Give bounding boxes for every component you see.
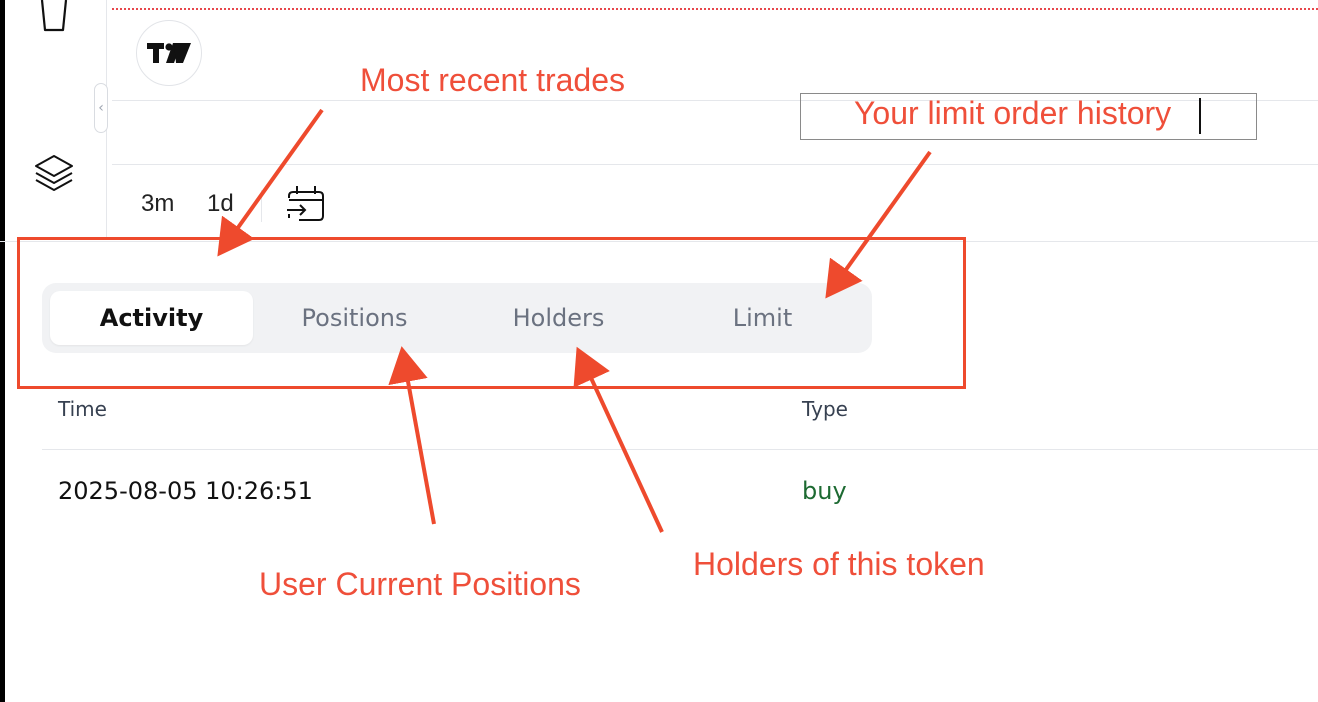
layers-icon[interactable]	[32, 152, 76, 202]
cup-icon[interactable]	[37, 0, 71, 38]
calendar-range-icon[interactable]	[285, 184, 325, 226]
text-caret	[1199, 98, 1201, 134]
annotation-highlight-box	[17, 237, 966, 389]
timeframe-divider	[261, 190, 262, 222]
column-header-time: Time	[58, 397, 107, 421]
arrow-recent-trades	[217, 108, 324, 257]
row-time: 2025-08-05 10:26:51	[58, 477, 313, 505]
annotation-limit-history: Your limit order history	[854, 95, 1172, 131]
left-toolbar	[5, 0, 105, 240]
chevron-left-icon: ‹	[98, 100, 104, 116]
row-type: buy	[802, 477, 847, 505]
annotation-holders: Holders of this token	[693, 546, 985, 582]
timeframe-1d[interactable]: 1d	[207, 190, 234, 218]
column-header-type: Type	[802, 397, 848, 421]
chart-separator	[112, 164, 1318, 165]
annotation-recent-trades: Most recent trades	[360, 62, 625, 98]
table-header-divider	[42, 449, 1318, 450]
collapse-handle[interactable]: ‹	[94, 83, 108, 133]
price-line	[112, 8, 1318, 10]
timeframe-3m[interactable]: 3m	[141, 190, 174, 218]
tradingview-logo[interactable]	[136, 20, 202, 86]
tradingview-logo-icon	[147, 43, 191, 63]
annotation-positions: User Current Positions	[259, 566, 581, 602]
